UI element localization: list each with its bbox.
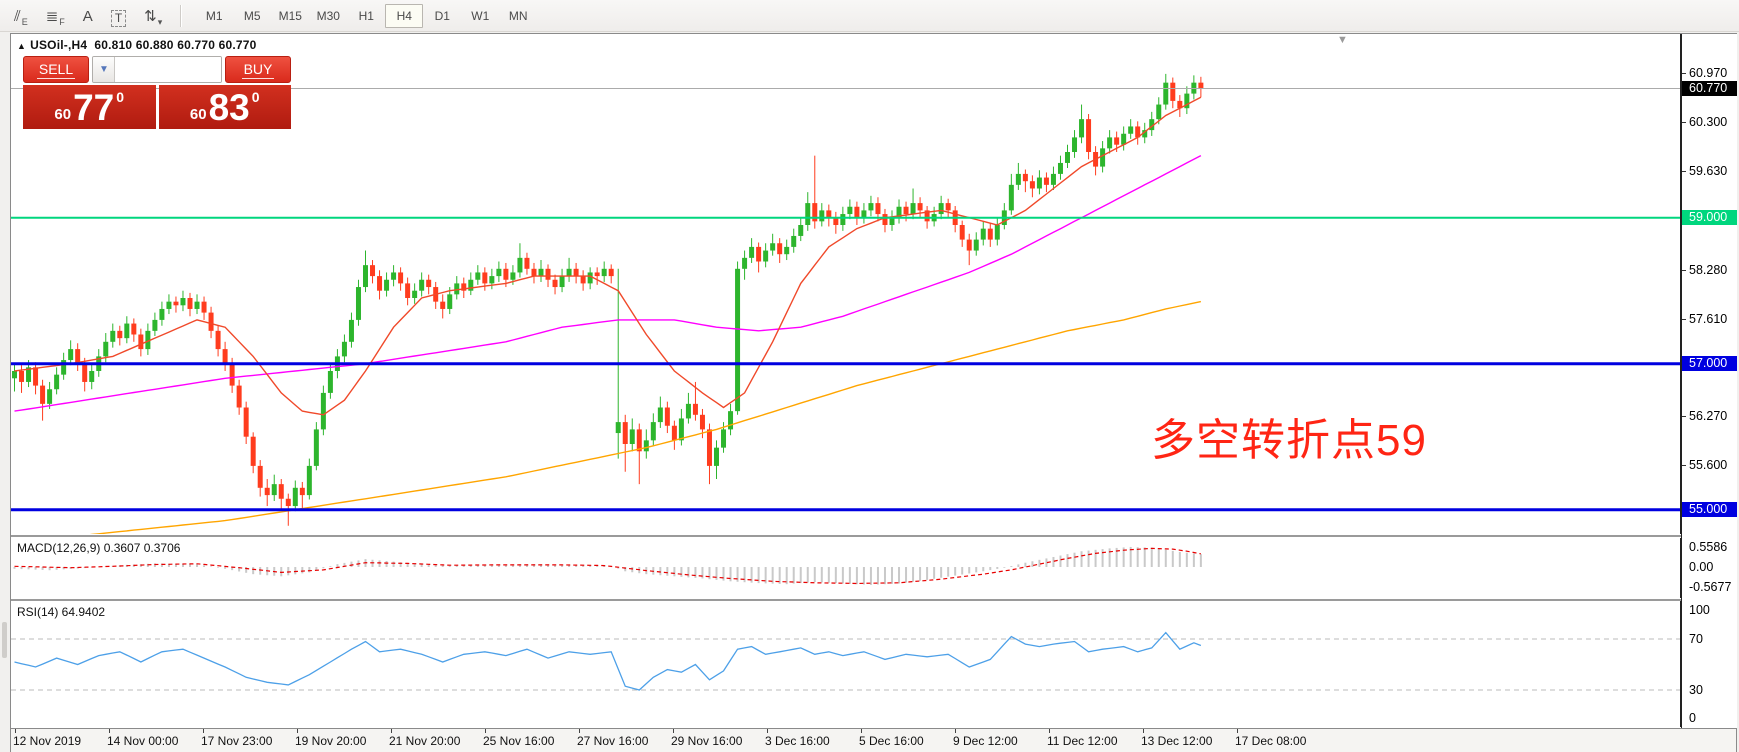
left-edge-scrollbar[interactable] [2, 622, 7, 658]
price-axis-label: 60.970 [1682, 66, 1737, 81]
time-axis-label: 9 Dec 12:00 [953, 734, 1018, 748]
equidistant-channel-tool-icon: ⫽ [14, 7, 21, 27]
time-axis-label: 19 Nov 20:00 [295, 734, 366, 748]
time-tick [1143, 729, 1144, 733]
arrows-tool[interactable]: ⇅▾ [144, 5, 162, 27]
timeframe-m5[interactable]: M5 [233, 4, 271, 28]
buy-price-tile[interactable]: 60 83 0 [159, 85, 292, 129]
mt4-window: ⫽E ≣F A T ⇅▾ M1M5M15M30H1H4D1W1MN ▲ USOil-,H4… [0, 0, 1739, 752]
time-axis-label: 29 Nov 16:00 [671, 734, 742, 748]
timeframe-d1[interactable]: D1 [423, 4, 461, 28]
timeframe-w1[interactable]: W1 [461, 4, 499, 28]
rsi-axis-label: 30 [1682, 683, 1737, 698]
volume-spinner: ▼ ▲ [92, 56, 222, 83]
time-tick [297, 729, 298, 733]
equidistant-channel-tool[interactable]: ⫽E [14, 5, 28, 27]
timeframe-m1[interactable]: M1 [195, 4, 233, 28]
buy-price-fraction: 0 [252, 91, 260, 103]
time-axis-label: 27 Nov 16:00 [577, 734, 648, 748]
price-axis-label: 56.270 [1682, 409, 1737, 424]
rsi-axis-label: 100 [1682, 603, 1737, 618]
time-tick [1237, 729, 1238, 733]
price-axis-label: 57.610 [1682, 312, 1737, 327]
volume-input[interactable] [115, 57, 222, 82]
sell-price-pips: 77 [73, 91, 114, 125]
sell-button[interactable]: SELL [23, 56, 89, 83]
time-axis-label: 5 Dec 16:00 [859, 734, 924, 748]
price-axis-label: 55.600 [1682, 458, 1737, 473]
text-tool-icon: A [83, 7, 93, 27]
timeframe-h1[interactable]: H1 [347, 4, 385, 28]
annotation-text: 多空转折点59 [1151, 404, 1427, 468]
sell-price-whole: 60 [54, 105, 71, 125]
macd-axis-label: -0.5677 [1682, 580, 1737, 595]
chart-window: ▲ USOil-,H4 60.810 60.880 60.770 60.770 S… [10, 33, 1737, 752]
time-tick [673, 729, 674, 733]
toolbar: ⫽E ≣F A T ⇅▾ M1M5M15M30H1H4D1W1MN [0, 0, 1739, 32]
time-tick [579, 729, 580, 733]
time-axis-label: 17 Dec 08:00 [1235, 734, 1306, 748]
time-tick [109, 729, 110, 733]
rsi-axis-label: 0 [1682, 711, 1737, 726]
time-axis-label: 3 Dec 16:00 [765, 734, 830, 748]
fibonacci-tool-icon: ≣ [46, 7, 59, 27]
time-axis-label: 11 Dec 12:00 [1047, 734, 1118, 748]
arrows-tool-icon: ⇅ [144, 7, 157, 27]
rsi-axis-label: 70 [1682, 632, 1737, 647]
collapse-arrow-icon[interactable]: ▲ [17, 41, 26, 51]
sell-price-tile[interactable]: 60 77 0 [23, 85, 156, 129]
macd-axis-label: 0.5586 [1682, 540, 1737, 555]
chart-title: ▲ USOil-,H4 60.810 60.880 60.770 60.770 [17, 38, 257, 52]
price-axis-label: 60.300 [1682, 115, 1737, 130]
ohlc-values: 60.810 60.880 60.770 60.770 [94, 38, 256, 52]
time-axis-label: 12 Nov 2019 [13, 734, 81, 748]
time-tick [767, 729, 768, 733]
symbol-timeframe-label: USOil-,H4 [30, 38, 87, 52]
price-badge-green: 59.000 [1682, 210, 1737, 225]
price-badge-black: 60.770 [1682, 81, 1737, 96]
time-tick [15, 729, 16, 733]
time-tick [861, 729, 862, 733]
timeframe-m30[interactable]: M30 [309, 4, 347, 28]
time-axis-label: 17 Nov 23:00 [201, 734, 272, 748]
text-tool[interactable]: A [83, 5, 93, 27]
text-label-tool[interactable]: T [111, 5, 126, 27]
timeframe-h4[interactable]: H4 [385, 4, 423, 28]
price-axis-label: 59.630 [1682, 164, 1737, 179]
timeframe-mn[interactable]: MN [499, 4, 537, 28]
rsi-indicator-label: RSI(14) 64.9402 [17, 605, 105, 619]
one-click-trading-panel: SELL ▼ ▲ BUY 60 77 0 60 83 0 [23, 56, 291, 129]
time-tick [1049, 729, 1050, 733]
price-axis[interactable]: 60.97060.770 60.300 59.630 59.000 58.280 57.6… [1681, 34, 1737, 728]
timeframe-buttons: M1M5M15M30H1H4D1W1MN [195, 4, 537, 28]
time-axis[interactable]: 12 Nov 2019 14 Nov 00:00 17 Nov 23:00 19 No… [11, 728, 1736, 752]
time-tick [203, 729, 204, 733]
text-label-tool-icon: T [111, 10, 126, 27]
fibonacci-tool[interactable]: ≣F [46, 5, 65, 27]
time-axis-label: 25 Nov 16:00 [483, 734, 554, 748]
chart-shift-marker-icon[interactable]: ▼ [1337, 34, 1348, 46]
timeframe-m15[interactable]: M15 [271, 4, 309, 28]
drawing-tools: ⫽E ≣F A T ⇅▾ [14, 5, 162, 27]
buy-price-pips: 83 [209, 91, 250, 125]
time-axis-label: 14 Nov 00:00 [107, 734, 178, 748]
time-axis-label: 21 Nov 20:00 [389, 734, 460, 748]
price-badge-blue: 55.000 [1682, 502, 1737, 517]
macd-indicator-label: MACD(12,26,9) 0.3607 0.3706 [17, 541, 180, 555]
time-tick [391, 729, 392, 733]
rsi-panel[interactable] [11, 601, 1681, 727]
macd-axis-label: 0.00 [1682, 560, 1737, 575]
volume-decrease-button[interactable]: ▼ [93, 57, 115, 82]
buy-button[interactable]: BUY [225, 56, 291, 83]
sell-price-fraction: 0 [116, 91, 124, 103]
toolbar-separator [180, 5, 181, 27]
time-tick [955, 729, 956, 733]
time-tick [485, 729, 486, 733]
macd-panel[interactable] [11, 538, 1681, 598]
time-axis-label: 13 Dec 12:00 [1141, 734, 1212, 748]
price-badge-blue: 57.000 [1682, 356, 1737, 371]
price-axis-label: 58.280 [1682, 263, 1737, 278]
buy-price-whole: 60 [190, 105, 207, 125]
